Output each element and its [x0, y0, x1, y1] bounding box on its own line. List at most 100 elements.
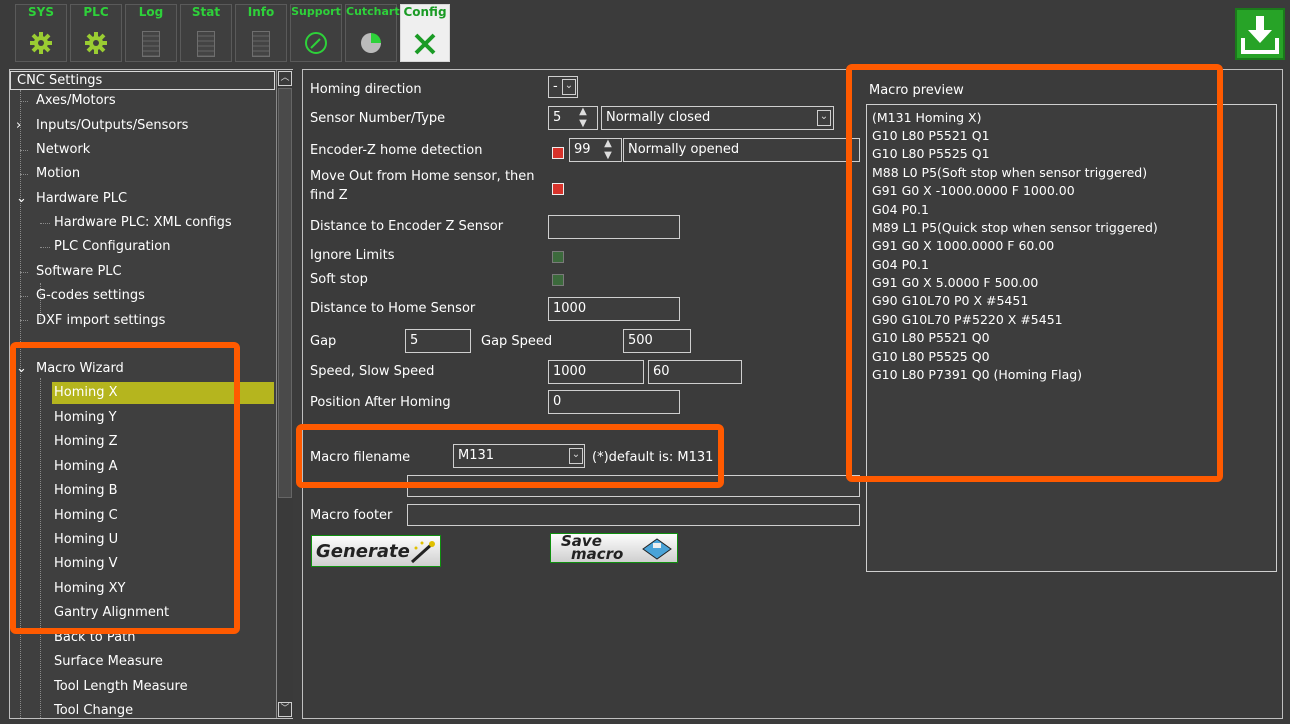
homing-direction-label: Homing direction — [310, 82, 422, 97]
tree-item-software-plc[interactable]: Software PLC — [36, 261, 122, 283]
tab-cutchart[interactable]: Cutchart — [345, 4, 400, 62]
tools-icon — [412, 31, 438, 61]
gear-icon — [29, 31, 53, 59]
collapse-arrow-icon[interactable]: ⌄ — [16, 188, 27, 210]
sensor-type-value: Normally closed — [606, 110, 711, 125]
disk-icon — [639, 537, 673, 565]
move-out-label-cont: find Z — [310, 188, 348, 203]
gap-speed-input[interactable]: 500 — [623, 329, 691, 353]
document-icon — [197, 31, 215, 57]
tab-label: PLC — [83, 5, 109, 19]
encoder-number-value: 99 — [574, 142, 591, 157]
tab-label: Info — [247, 5, 275, 19]
scroll-down-icon[interactable]: ﹀ — [278, 702, 292, 717]
tab-config[interactable]: Config — [400, 4, 450, 62]
encoder-z-checkbox[interactable] — [552, 147, 564, 159]
tab-label: Config — [403, 5, 447, 19]
gear-icon — [84, 31, 108, 59]
document-icon — [252, 31, 270, 57]
gauge-icon — [304, 31, 328, 59]
soft-stop-label: Soft stop — [310, 272, 368, 287]
slow-speed-input[interactable]: 60 — [648, 360, 742, 384]
tab-stat[interactable]: Stat — [180, 4, 232, 62]
gap-input[interactable]: 5 — [405, 329, 471, 353]
tree-item-gcodes-settings[interactable]: G-codes settings — [36, 285, 145, 307]
chart-icon — [358, 31, 384, 59]
tree-item-plc-configuration[interactable]: PLC Configuration — [54, 236, 170, 258]
tree-item-axes-motors[interactable]: Axes/Motors — [36, 90, 116, 112]
generate-label: Generate — [316, 541, 410, 562]
tab-plc[interactable]: PLC — [70, 4, 122, 62]
tab-label: Cutchart — [346, 5, 400, 18]
homing-direction-select[interactable]: - ⌄ — [548, 76, 578, 98]
gap-value: 5 — [410, 333, 419, 348]
soft-stop-checkbox[interactable] — [552, 274, 564, 286]
spinner-arrows-icon[interactable]: ▲ ▼ — [570, 106, 596, 130]
distance-encoder-input[interactable] — [548, 215, 680, 239]
distance-home-input[interactable]: 1000 — [548, 297, 680, 321]
position-value: 0 — [553, 394, 562, 409]
position-after-homing-input[interactable]: 0 — [548, 390, 680, 414]
chevron-down-icon[interactable]: ⌄ — [562, 79, 576, 95]
macro-footer-label: Macro footer — [310, 508, 393, 523]
tab-label: Support — [291, 5, 341, 18]
spinner-arrows-icon[interactable]: ▲ ▼ — [595, 138, 621, 162]
tree-item-tool-length-measure[interactable]: Tool Length Measure — [54, 676, 188, 698]
sensor-number-value: 5 — [553, 110, 562, 125]
distance-home-label: Distance to Home Sensor — [310, 301, 476, 316]
gap-speed-label: Gap Speed — [481, 334, 553, 349]
tab-log[interactable]: Log — [125, 4, 177, 62]
chevron-down-icon[interactable]: ⌄ — [817, 110, 831, 126]
sensor-number-type-label: Sensor Number/Type — [310, 111, 446, 126]
tree-item-motion[interactable]: Motion — [36, 163, 80, 185]
tree-item-surface-measure[interactable]: Surface Measure — [54, 651, 163, 673]
tree-item-inputs-outputs[interactable]: Inputs/Outputs/Sensors — [36, 115, 188, 137]
tree-header[interactable]: CNC Settings — [10, 71, 275, 90]
ignore-limits-checkbox[interactable] — [552, 251, 564, 263]
expand-arrow-icon[interactable]: › — [16, 115, 21, 137]
tab-support[interactable]: Support — [290, 4, 342, 62]
gap-speed-value: 500 — [628, 333, 653, 348]
scroll-up-icon[interactable]: ︿ — [278, 71, 292, 86]
magic-wand-icon — [408, 540, 436, 568]
highlight-macro-preview — [846, 64, 1223, 482]
speed-input[interactable]: 1000 — [548, 360, 644, 384]
tree-scrollbar[interactable]: ︿ ﹀ — [276, 70, 293, 718]
distance-encoder-label: Distance to Encoder Z Sensor — [310, 219, 504, 234]
scroll-thumb[interactable] — [278, 88, 292, 498]
macro-footer-input[interactable] — [407, 504, 860, 526]
slow-speed-value: 60 — [653, 364, 670, 379]
document-icon — [142, 31, 160, 57]
download-icon — [1237, 16, 1283, 62]
save-macro-label-cont: macro — [571, 545, 624, 563]
move-out-label: Move Out from Home sensor, then — [310, 169, 535, 184]
highlight-macro-filename — [296, 424, 724, 488]
tab-label: Log — [138, 5, 164, 19]
tree-item-hardware-plc-xml[interactable]: Hardware PLC: XML configs — [54, 212, 232, 234]
generate-button[interactable]: Generate — [311, 535, 441, 567]
highlight-macro-wizard — [10, 342, 240, 634]
tree-item-dxf-import[interactable]: DXF import settings — [36, 310, 165, 332]
encoder-type-value: Normally opened — [628, 142, 740, 157]
tab-label: Stat — [191, 5, 221, 19]
save-macro-button[interactable]: Save macro — [550, 533, 678, 563]
encoder-type-select[interactable]: Normally opened — [623, 138, 860, 162]
encoder-z-label: Encoder-Z home detection — [310, 143, 483, 158]
homing-direction-value: - — [553, 79, 558, 94]
ignore-limits-label: Ignore Limits — [310, 248, 395, 263]
sensor-type-select[interactable]: Normally closed ⌄ — [601, 106, 834, 130]
tab-label: SYS — [28, 5, 54, 19]
tree-item-hardware-plc[interactable]: Hardware PLC — [36, 188, 127, 210]
move-out-checkbox[interactable] — [552, 183, 564, 195]
tab-sys[interactable]: SYS — [15, 4, 67, 62]
tree-item-network[interactable]: Network — [36, 139, 90, 161]
tab-info[interactable]: Info — [235, 4, 287, 62]
top-toolbar: SYS PLC Log Stat Info Support Cutchart C… — [0, 0, 1290, 68]
position-after-homing-label: Position After Homing — [310, 395, 451, 410]
save-settings-button[interactable] — [1235, 8, 1285, 60]
speed-value: 1000 — [553, 364, 587, 379]
tree-item-tool-change[interactable]: Tool Change — [54, 700, 133, 722]
distance-home-value: 1000 — [553, 301, 587, 316]
gap-label: Gap — [310, 334, 337, 349]
speed-label: Speed, Slow Speed — [310, 364, 435, 379]
